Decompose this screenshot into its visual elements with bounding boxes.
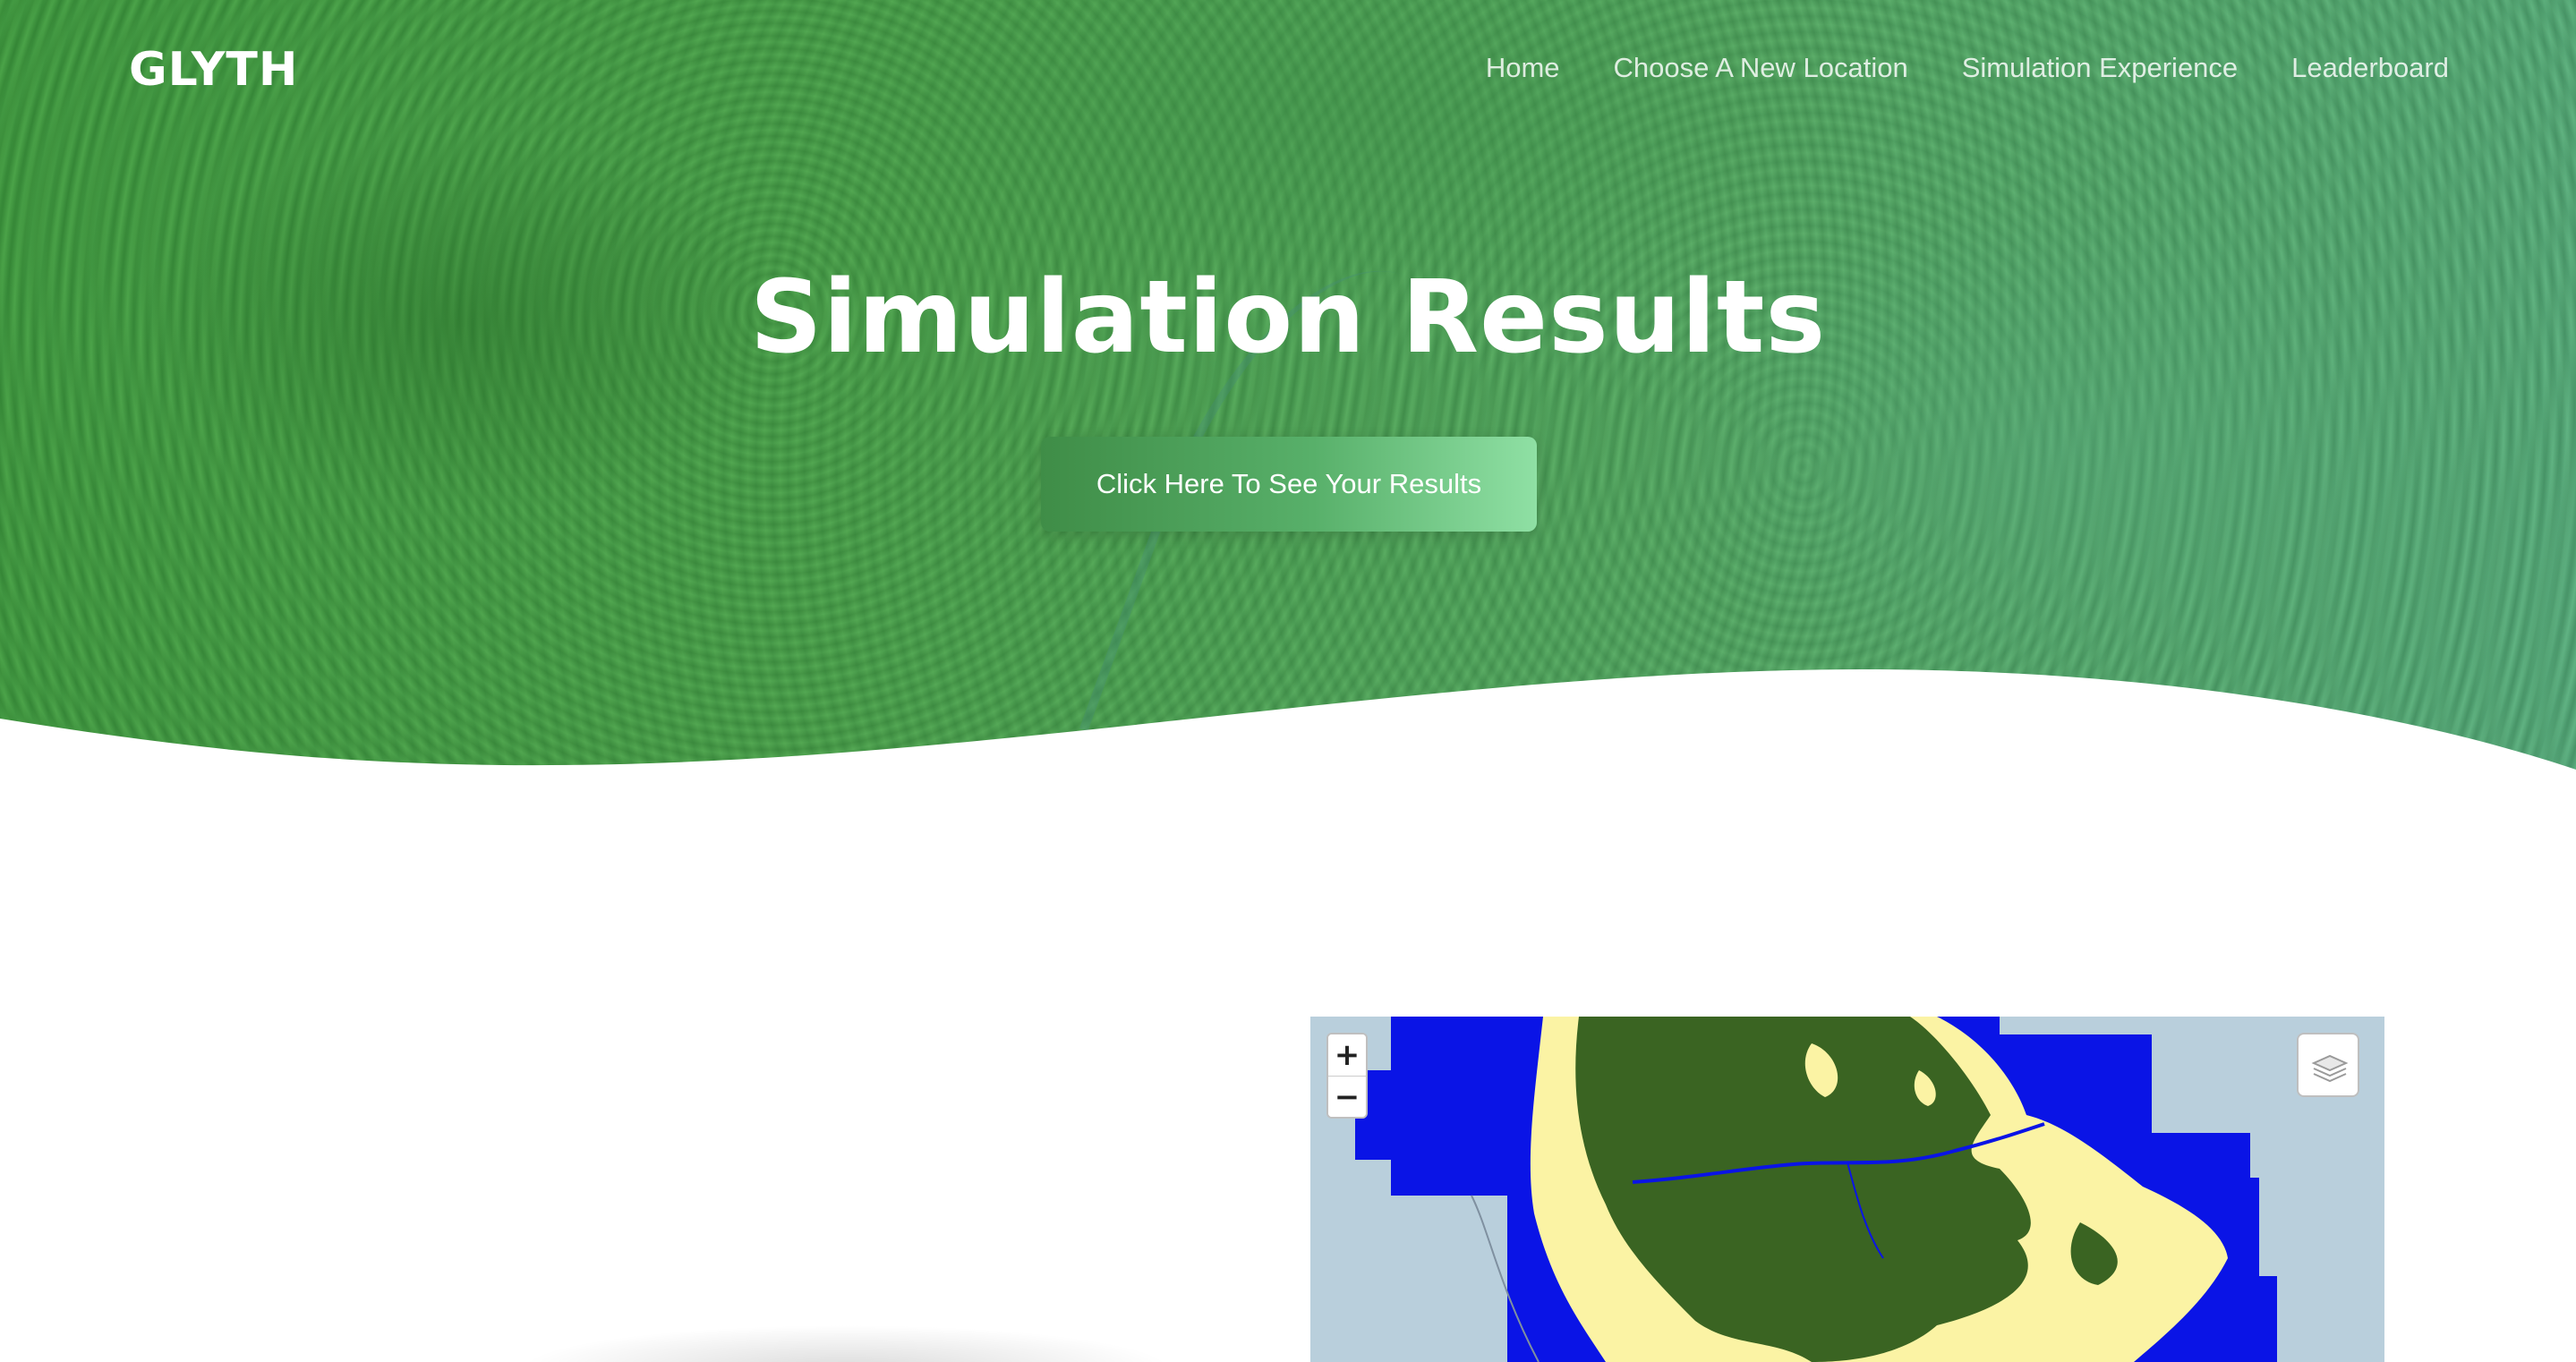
results-map[interactable]: + −	[1310, 1017, 2384, 1362]
card-shadow	[385, 1289, 1307, 1362]
zoom-in-button[interactable]: +	[1328, 1034, 1366, 1077]
hero-wave-divider	[0, 669, 2576, 779]
nav-link-simulation-experience[interactable]: Simulation Experience	[1962, 52, 2238, 84]
zoom-control: + −	[1326, 1033, 1368, 1119]
see-results-button[interactable]: Click Here To See Your Results	[1041, 437, 1537, 532]
zoom-out-button[interactable]: −	[1328, 1077, 1366, 1117]
page-title: Simulation Results	[749, 260, 1827, 376]
layers-icon	[2311, 1054, 2349, 1083]
nav-link-home[interactable]: Home	[1486, 52, 1560, 84]
main-nav: Home Choose A New Location Simulation Ex…	[1486, 52, 2449, 84]
hero-banner: GLYTH Home Choose A New Location Simulat…	[0, 0, 2576, 779]
brand-logo[interactable]: GLYTH	[129, 43, 298, 97]
nav-link-leaderboard[interactable]: Leaderboard	[2291, 52, 2449, 84]
layers-button[interactable]	[2297, 1033, 2359, 1097]
map-canvas[interactable]	[1310, 1017, 2384, 1362]
nav-link-choose-location[interactable]: Choose A New Location	[1614, 52, 1908, 84]
